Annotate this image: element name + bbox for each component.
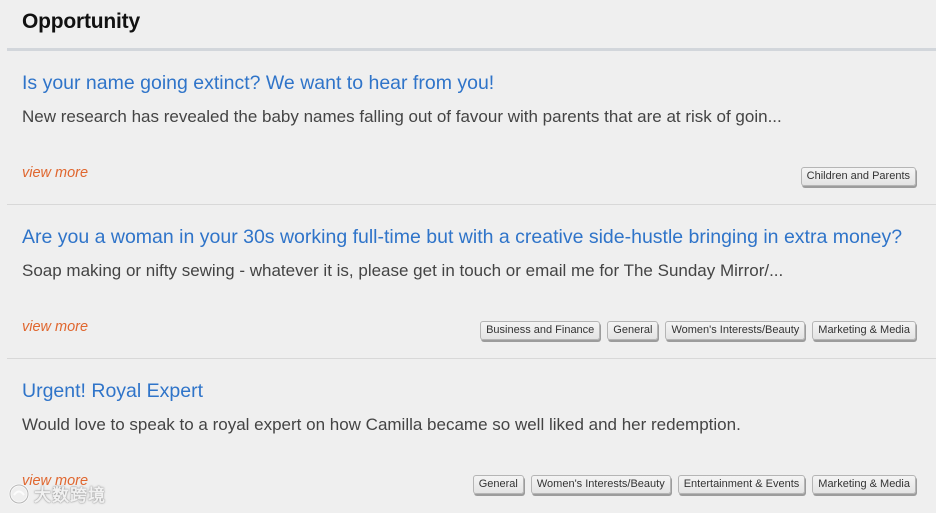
category-tag[interactable]: Marketing & Media [812, 321, 916, 340]
tag-list: General Women's Interests/Beauty Enterta… [472, 475, 916, 494]
watermark: 大数跨境 [8, 481, 106, 506]
category-tag[interactable]: Women's Interests/Beauty [665, 321, 806, 340]
category-tag[interactable]: Women's Interests/Beauty [530, 475, 671, 494]
category-tag[interactable]: General [472, 475, 524, 494]
category-tag[interactable]: Marketing & Media [812, 475, 916, 494]
opportunity-list: Is your name going extinct? We want to h… [0, 51, 936, 513]
view-more-link[interactable]: view more [22, 165, 88, 181]
watermark-text: 大数跨境 [34, 486, 106, 505]
cross-border-logo-icon [8, 483, 30, 504]
category-tag[interactable]: Business and Finance [480, 321, 601, 340]
opportunity-title-link[interactable]: Are you a woman in your 30s working full… [22, 226, 902, 249]
opportunity-description: Would love to speak to a royal expert on… [22, 415, 741, 434]
category-tag[interactable]: General [607, 321, 659, 340]
opportunity-description: Soap making or nifty sewing - whatever i… [22, 261, 784, 280]
view-more-link[interactable]: view more [22, 319, 88, 335]
tag-list: Children and Parents [800, 167, 916, 186]
opportunity-title-link[interactable]: Is your name going extinct? We want to h… [22, 72, 494, 95]
category-tag[interactable]: Entertainment & Events [677, 475, 806, 494]
category-tag[interactable]: Children and Parents [800, 167, 916, 186]
list-item: Are you a woman in your 30s working full… [7, 205, 936, 359]
page-title: Opportunity [22, 10, 140, 33]
list-item: Urgent! Royal Expert Would love to speak… [7, 359, 936, 513]
panel-header: Opportunity [7, 0, 936, 51]
opportunity-title-link[interactable]: Urgent! Royal Expert [22, 380, 203, 403]
tag-list: Business and Finance General Women's Int… [480, 321, 916, 340]
list-item: Is your name going extinct? We want to h… [7, 51, 936, 205]
opportunity-description: New research has revealed the baby names… [22, 107, 782, 126]
